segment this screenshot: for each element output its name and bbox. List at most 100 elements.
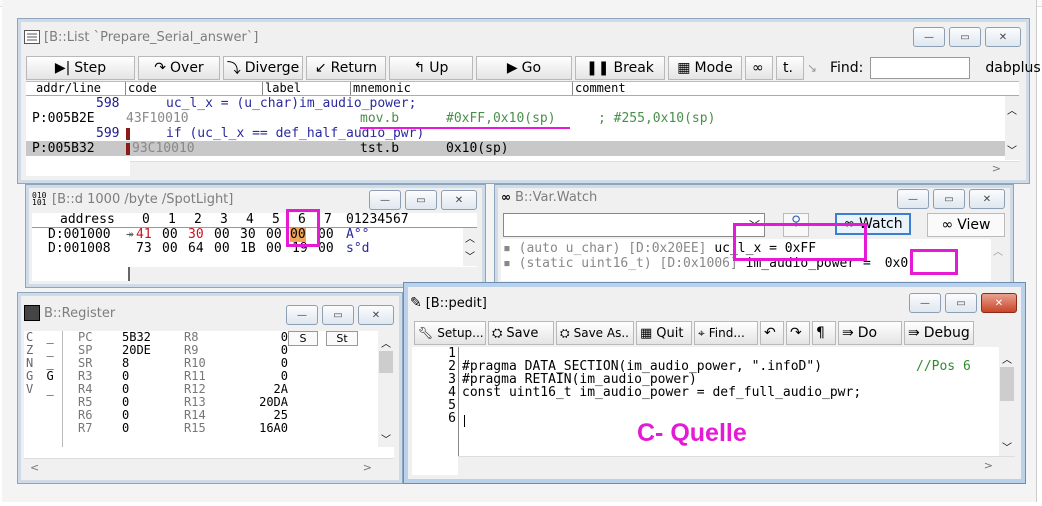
paragraph-button[interactable]: ¶ (812, 321, 836, 345)
scroll-down-icon[interactable]: ﹀ (1007, 142, 1017, 157)
redo-icon: ↷ (790, 325, 802, 341)
list-row[interactable]: 598 uc_l_x = (u_char)im_audio_power; (26, 96, 1006, 111)
register-vscroll[interactable]: ︿ ﹀ (378, 331, 394, 447)
pink-underline (360, 127, 570, 129)
go-button[interactable]: ▶ Go (476, 56, 572, 80)
debug-button[interactable]: ⇛ Debug (904, 321, 974, 345)
close-button[interactable]: ✕ (981, 293, 1017, 313)
maximize-button[interactable]: ▭ (405, 190, 437, 210)
scroll-right-icon[interactable]: > (992, 162, 1001, 175)
col-label[interactable]: label (262, 82, 301, 95)
view-button[interactable]: ∞ View (927, 213, 1005, 237)
st-button[interactable]: St (326, 331, 358, 346)
register-row[interactable]: R7 0 R15 16A0 (72, 422, 312, 435)
find-input[interactable] (870, 57, 971, 79)
scroll-up-icon[interactable]: ︿ (381, 335, 391, 350)
dump-vscroll[interactable]: ︿ ﹀ (463, 228, 477, 266)
save-icon: ⛭ (492, 325, 503, 341)
jump-up-button[interactable]: t. (776, 56, 804, 80)
col-comment[interactable]: comment (572, 82, 626, 95)
col-addr[interactable]: addr/line (36, 82, 101, 95)
list-row[interactable]: P:005B2E 43F10010 mov.b #0xFF,0x10(sp) ;… (26, 111, 1006, 126)
watch-glasses-button[interactable]: ∞ (745, 56, 773, 80)
break-button[interactable]: ❚❚ Break (575, 56, 665, 80)
var-vscroll[interactable]: ︿ (991, 239, 1005, 281)
scroll-up-icon[interactable]: ︿ (1002, 351, 1012, 366)
save-button[interactable]: ⛭ Save (488, 321, 554, 345)
up-icon: ↰ (413, 60, 426, 76)
close-button[interactable]: ✕ (985, 27, 1021, 47)
diverge-button[interactable]: ⤵ Diverge (223, 56, 303, 80)
debug-icon: ⇛ (908, 325, 920, 341)
scroll-left-icon[interactable]: < (30, 461, 39, 474)
register-hscroll[interactable]: < > (24, 458, 394, 477)
list-row-current[interactable]: P:005B32 93C10010 tst.b 0x10(sp) (26, 141, 1006, 156)
register-name: R15 (184, 421, 206, 435)
minimize-button[interactable]: — (913, 27, 945, 47)
maximize-button[interactable]: ▭ (322, 305, 354, 325)
redo-button[interactable]: ↷ (786, 321, 810, 345)
close-button[interactable]: ✕ (441, 190, 477, 210)
col-mnemonic[interactable]: mnemonic (350, 82, 411, 95)
maximize-button[interactable]: ▭ (945, 293, 977, 313)
scroll-up-icon[interactable]: ︿ (465, 230, 475, 245)
close-button[interactable]: ✕ (358, 305, 394, 325)
pedit-hscroll[interactable]: > (458, 456, 1015, 475)
minimize-button[interactable]: — (286, 305, 318, 325)
scroll-down-icon[interactable]: ﹀ (465, 248, 475, 263)
file-name: dabplus.c (985, 60, 1042, 76)
maximize-button[interactable]: ▭ (949, 27, 981, 47)
scroll-up-icon[interactable]: ︿ (1007, 102, 1017, 117)
scroll-thumb[interactable] (1000, 367, 1014, 401)
minimize-button[interactable]: — (369, 190, 401, 210)
mode-button[interactable]: ▦ Mode (668, 56, 742, 80)
scroll-right-icon[interactable]: > (984, 459, 993, 472)
close-button[interactable]: ✕ (969, 189, 1005, 209)
var-combo[interactable]: ﹀ (503, 213, 765, 237)
flag-row[interactable] (26, 396, 62, 409)
minimize-button[interactable]: — (909, 293, 941, 313)
edit-icon: ✎ (410, 295, 422, 311)
flag-name: Z (26, 343, 34, 357)
flag-row[interactable] (26, 422, 62, 435)
source-line[interactable]: const uint16_t im_audio_power = def_full… (462, 386, 992, 399)
pedit-toolbar: 🔧︎ Setup... ⛭ Save ⛭ Save As.. ▦ Quit ⌖ Find.… (414, 321, 974, 345)
dump-hscroll[interactable] (128, 267, 477, 281)
dump-row[interactable]: D:001008 73 00 64 00 1B 00 19 00 s°d (32, 242, 462, 256)
step-button[interactable]: ▶| Step (26, 56, 135, 80)
list-vscroll[interactable]: ︿ ﹀ (1005, 96, 1019, 160)
flag-name: N (26, 356, 34, 370)
flag-row[interactable] (26, 409, 62, 422)
list-header: addr/line code label mnemonic comment (26, 82, 1019, 96)
pedit-titlebar: ✎ [B::pedit] — ▭ ✕ (410, 291, 1019, 315)
dump-header: address 0 1 2 3 4 5 6 7 01234567 (32, 213, 477, 228)
line-number: 6 (448, 411, 456, 426)
return-button[interactable]: ↙ Return (306, 56, 386, 80)
scroll-right-icon[interactable]: > (363, 461, 372, 474)
maximize-button[interactable]: ▭ (933, 189, 965, 209)
over-button[interactable]: ↷ Over (138, 56, 220, 80)
minimize-button[interactable]: — (897, 189, 929, 209)
save-as-button[interactable]: ⛭ Save As.. (556, 321, 634, 345)
col-code[interactable]: code (125, 82, 157, 95)
pedit-vscroll[interactable]: ︿ ﹀ (999, 347, 1015, 457)
list-hscroll[interactable]: > (130, 161, 1019, 176)
s-button[interactable]: S (288, 331, 318, 346)
up-button[interactable]: ↰ Up (389, 56, 473, 80)
find-button[interactable]: ⌖ Find... (694, 321, 758, 345)
glasses-icon: ∞ (501, 190, 511, 204)
scroll-down-icon[interactable]: ﹀ (381, 431, 391, 446)
scroll-thumb[interactable] (379, 351, 393, 373)
dump-row[interactable]: D:001000 ↠ 41 00 30 00 30 00 00 00 A°° (32, 228, 462, 242)
flag-row[interactable]: V _ (26, 383, 62, 396)
do-button[interactable]: ⇛ Do (838, 321, 902, 345)
list-titlebar: [B::List `Prepare_Serial_answer`] — ▭ ✕ (24, 25, 1023, 49)
quit-button[interactable]: ▦ Quit (636, 321, 692, 345)
undo-button[interactable]: ↶ (760, 321, 784, 345)
scroll-down-icon[interactable]: ﹀ (1002, 439, 1012, 454)
line-numbers: 123456 (412, 347, 456, 457)
setup-button[interactable]: 🔧︎ Setup... (414, 321, 486, 345)
source-line[interactable] (462, 399, 992, 412)
scroll-up-icon[interactable]: ︿ (993, 243, 1003, 258)
register-titlebar: B::Register — ▭ ✕ (24, 301, 396, 325)
